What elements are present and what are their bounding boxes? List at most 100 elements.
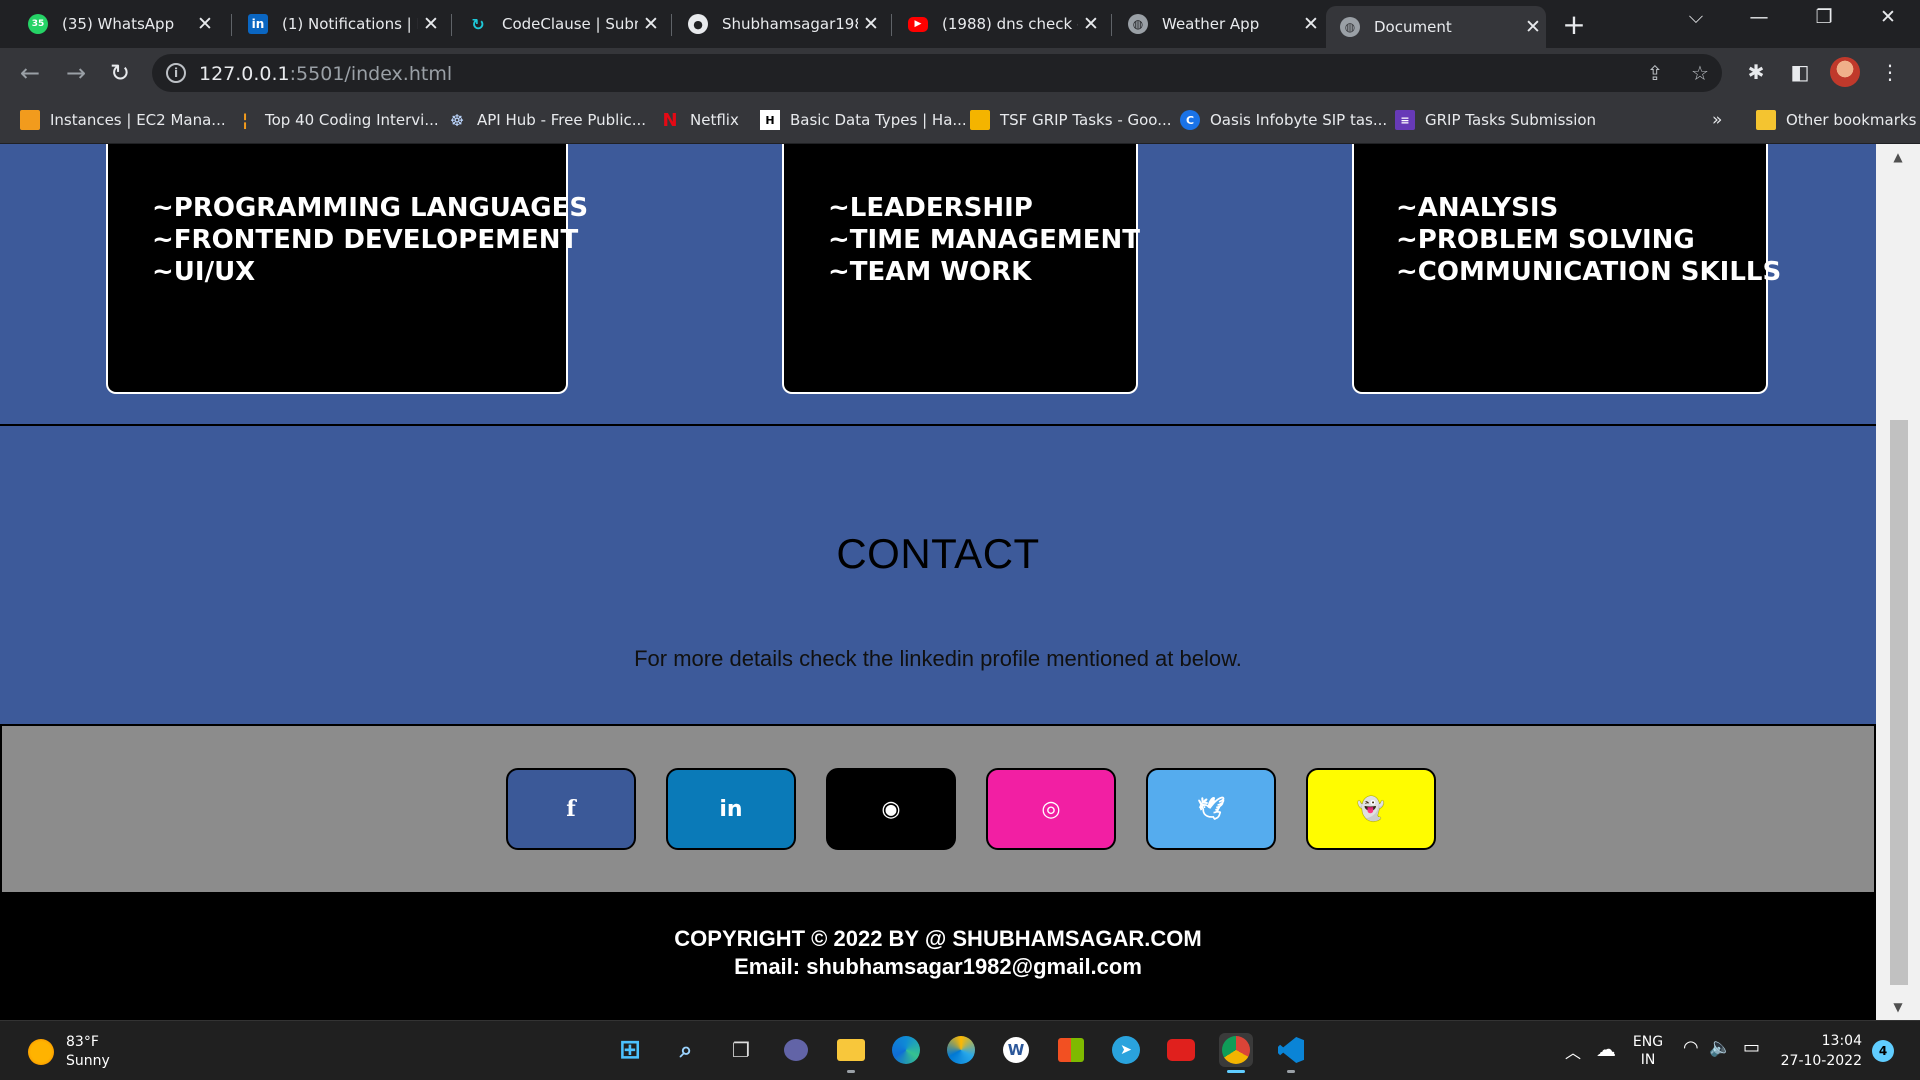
scroll-thumb[interactable]	[1890, 420, 1908, 985]
github-button[interactable]: ◉	[826, 768, 956, 850]
tab-title: (1) Notifications | LinkedIn	[282, 15, 418, 33]
language-indicator[interactable]: ENG IN	[1630, 1033, 1666, 1069]
linkedin-button[interactable]: in	[666, 768, 796, 850]
tab-separator	[671, 14, 672, 36]
snapchat-button[interactable]: 👻	[1306, 768, 1436, 850]
close-tab-icon[interactable]: ✕	[1520, 16, 1546, 38]
restore-icon[interactable]: ❐	[1806, 6, 1842, 28]
skill-card-analytical: ~ANALYSIS ~PROBLEM SOLVING ~COMMUNICATIO…	[1352, 144, 1782, 394]
bookmark-item[interactable]: ☸ API Hub - Free Public...	[447, 108, 646, 132]
minimize-icon[interactable]: —	[1741, 6, 1777, 28]
linkedin-icon: in	[248, 14, 268, 34]
whatsapp-icon: 35	[28, 14, 48, 34]
new-tab-button[interactable]: +	[1560, 8, 1588, 41]
close-tab-icon[interactable]: ✕	[638, 13, 664, 35]
skill-item: ~UI/UX	[152, 257, 256, 287]
bookmark-star-icon[interactable]: ☆	[1687, 61, 1713, 87]
share-icon[interactable]: ⇪	[1642, 61, 1668, 87]
photos-icon[interactable]	[944, 1033, 978, 1067]
bookmark-item[interactable]: H Basic Data Types | Ha...	[760, 108, 967, 132]
site-info-icon[interactable]: i	[166, 63, 186, 83]
hackerrank-icon: H	[760, 110, 780, 130]
bookmark-item[interactable]: Instances | EC2 Mana...	[20, 108, 226, 132]
wifi-icon[interactable]: ◠	[1683, 1037, 1699, 1058]
forward-icon[interactable]: →	[58, 56, 94, 90]
telegram-icon[interactable]: ➤	[1109, 1033, 1143, 1067]
youtube-icon: ▶	[908, 16, 928, 32]
tab-document[interactable]: ◍ Document ✕	[1326, 6, 1546, 48]
word-icon[interactable]: W	[999, 1033, 1033, 1067]
tab-search-icon[interactable]: ⌵	[1678, 6, 1714, 28]
other-bookmarks[interactable]: Other bookmarks	[1756, 108, 1916, 132]
tab-github[interactable]: ● Shubhamsagar1982 ✕	[674, 6, 884, 42]
address-bar[interactable]: i 127.0.0.1:5501/index.html ⇪ ☆	[152, 54, 1722, 92]
twitter-button[interactable]: 🕊	[1146, 768, 1276, 850]
tab-title: Shubhamsagar1982	[722, 15, 858, 33]
skill-card-technical: ~PROGRAMMING LANGUAGES ~FRONTEND DEVELOP…	[106, 144, 588, 394]
footer: COPYRIGHT © 2022 BY @ SHUBHAMSAGAR.COM E…	[0, 894, 1876, 1020]
cloud-icon[interactable]: ☁	[1596, 1037, 1616, 1061]
tab-codeclause[interactable]: ↻ CodeClause | Submission ✕	[454, 6, 664, 42]
url-text[interactable]: 127.0.0.1:5501/index.html	[199, 63, 452, 85]
store-icon[interactable]	[1054, 1033, 1088, 1067]
vscode-icon[interactable]	[1274, 1033, 1308, 1073]
bookmark-item[interactable]: TSF GRIP Tasks - Goo...	[970, 108, 1172, 132]
close-tab-icon[interactable]: ✕	[858, 13, 884, 35]
avatar[interactable]	[1830, 57, 1860, 87]
notification-badge[interactable]: 4	[1872, 1040, 1894, 1062]
oasis-icon: C	[1180, 110, 1200, 130]
skill-item: ~COMMUNICATION SKILLS	[1396, 257, 1782, 287]
tab-weather-app[interactable]: ◍ Weather App ✕	[1114, 6, 1324, 42]
side-panel-icon[interactable]: ◧	[1786, 60, 1814, 88]
scroll-up-icon[interactable]: ▲	[1876, 150, 1920, 164]
close-tab-icon[interactable]: ✕	[1078, 13, 1104, 35]
skill-item: ~PROBLEM SOLVING	[1396, 225, 1695, 255]
volume-icon[interactable]: 🔈	[1709, 1037, 1731, 1058]
facebook-button[interactable]: f	[506, 768, 636, 850]
skill-card-soft: ~LEADERSHIP ~TIME MANAGEMENT ~TEAM WORK	[782, 144, 1140, 394]
tab-linkedin[interactable]: in (1) Notifications | LinkedIn ✕	[234, 6, 444, 42]
edge-icon[interactable]	[889, 1033, 923, 1067]
battery-icon[interactable]: ▭	[1743, 1037, 1760, 1058]
reload-icon[interactable]: ↻	[102, 56, 138, 90]
recorder-icon[interactable]	[1164, 1033, 1198, 1067]
chat-icon[interactable]	[779, 1033, 813, 1067]
close-tab-icon[interactable]: ✕	[1298, 13, 1324, 35]
tab-title: (35) WhatsApp	[62, 15, 175, 33]
bookmark-item[interactable]: C Oasis Infobyte SIP tas...	[1180, 108, 1387, 132]
back-icon[interactable]: ←	[12, 56, 48, 90]
file-explorer-icon[interactable]	[834, 1033, 868, 1073]
scroll-down-icon[interactable]: ▼	[1876, 1000, 1920, 1014]
close-tab-icon[interactable]: ✕	[192, 13, 218, 35]
tab-strip: 35 (35) WhatsApp ✕ in (1) Notifications …	[0, 0, 1920, 48]
clock[interactable]: 13:04 27-10-2022	[1780, 1031, 1862, 1071]
tab-youtube[interactable]: ▶ (1988) dns check error ✕	[894, 6, 1104, 42]
bookmarks-bar: Instances | EC2 Mana... ¦ Top 40 Coding …	[0, 98, 1920, 144]
weather-widget[interactable]: 83°F Sunny	[28, 1033, 110, 1071]
page-scrollbar[interactable]: ▲ ▼	[1876, 144, 1920, 1020]
task-view-icon[interactable]: ❐	[724, 1033, 758, 1067]
close-window-icon[interactable]: ✕	[1870, 6, 1906, 28]
skill-item: ~TEAM WORK	[828, 257, 1032, 287]
time: 13:04	[1821, 1033, 1862, 1049]
menu-icon[interactable]: ⋮	[1876, 60, 1904, 88]
bookmark-item[interactable]: ¦ Top 40 Coding Intervi...	[235, 108, 439, 132]
more-bookmarks-button[interactable]: »	[1712, 108, 1722, 132]
bookmark-label: Netflix	[690, 111, 739, 129]
close-tab-icon[interactable]: ✕	[418, 13, 444, 35]
taskbar: 83°F Sunny ⊞ ⌕ ❐ W ➤ ︿ ☁ ENG IN ◠ 🔈 ▭ 13…	[0, 1020, 1920, 1080]
instagram-button[interactable]: ◎	[986, 768, 1116, 850]
chrome-icon[interactable]	[1219, 1033, 1253, 1073]
search-icon[interactable]: ⌕	[669, 1033, 703, 1067]
start-icon[interactable]: ⊞	[613, 1033, 647, 1067]
contact-text: For more details check the linkedin prof…	[634, 646, 1242, 671]
bookmark-item[interactable]: ≡ GRIP Tasks Submission	[1395, 108, 1596, 132]
sun-icon	[28, 1039, 54, 1065]
show-hidden-icons[interactable]: ︿	[1565, 1039, 1581, 1063]
bookmark-item[interactable]: N Netflix	[660, 108, 739, 132]
tab-separator	[891, 14, 892, 36]
contact-heading: CONTACT	[836, 530, 1040, 577]
tab-whatsapp[interactable]: 35 (35) WhatsApp ✕	[14, 6, 218, 42]
bookmark-label: TSF GRIP Tasks - Goo...	[1000, 111, 1172, 129]
extensions-icon[interactable]: ✱	[1742, 60, 1770, 88]
